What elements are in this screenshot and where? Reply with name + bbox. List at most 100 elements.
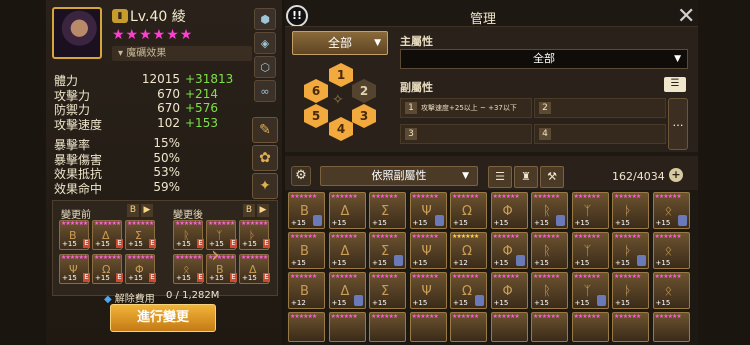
equipped-rune-slot[interactable]: ★★★★★★ Δ +15 E <box>92 220 123 250</box>
rune-stars: ★★★★★★ <box>452 193 479 200</box>
rune-item[interactable]: ★★★★★★ <box>369 312 406 342</box>
after-tab-arrow[interactable]: ▶ <box>257 204 269 217</box>
rune-item[interactable]: ★★★★★★ <box>450 312 487 342</box>
rune-item[interactable]: ★★★★★★ Φ +15 <box>490 192 528 229</box>
rune-item[interactable]: ★★★★★★ <box>490 312 528 342</box>
equipped-rune-slot[interactable]: ★★★★★★ Φ +15 E <box>125 254 156 284</box>
effect-tab[interactable]: ▾ 魔礪效果 <box>112 46 252 61</box>
rune-item[interactable]: ★★★★★★ Β +15 <box>288 232 325 269</box>
rune-item[interactable]: ★★★★★★ Ω +15 <box>450 192 487 229</box>
equipped-rune-slot[interactable]: ★★★★★★ ᚱ +15 E <box>173 220 204 250</box>
equipped-rune-slot[interactable]: ★★★★★★ Σ +15 E <box>125 220 156 250</box>
character-portrait[interactable] <box>52 7 102 59</box>
add-slot-button[interactable]: + <box>669 168 683 182</box>
stat-bonus: +153 <box>185 115 218 130</box>
slot-6-button[interactable]: 6 <box>304 79 328 103</box>
rune-stars: ★★★★★★ <box>654 313 682 320</box>
rune-item[interactable]: ★★★★★★ <box>531 312 568 342</box>
rune-item[interactable]: ★★★★★★ Ω +15 <box>450 272 487 309</box>
gem-icon[interactable]: ◈ <box>254 32 276 54</box>
bag-icon[interactable]: ♜ <box>514 166 538 188</box>
before-tab-b[interactable]: B <box>127 204 139 217</box>
rune-item[interactable]: ★★★★★★ ᚱ +15 <box>531 232 568 269</box>
slot-2-button[interactable]: 2 <box>352 79 376 103</box>
sub-attr-slot-4[interactable]: 4 <box>534 124 666 144</box>
rune-item[interactable]: ★★★★★★ <box>288 312 325 342</box>
stat-row: 暴擊傷害 50% <box>54 151 264 167</box>
rune-item[interactable]: ★★★★★★ Δ +15 <box>328 232 366 269</box>
slot-5-button[interactable]: 5 <box>304 104 328 128</box>
sort-dropdown[interactable]: 依照副屬性 ▼ <box>320 166 478 186</box>
equipped-rune-slot[interactable]: ★★★★★★ ᚦ +15 E <box>239 220 270 250</box>
gear-icon[interactable]: ⚙ <box>291 166 311 186</box>
rune-item[interactable]: ★★★★★★ Φ +15 <box>490 272 528 309</box>
rune-item[interactable]: ★★★★★★ Β +15 <box>288 192 325 229</box>
rune-level: +15 <box>574 299 590 307</box>
rune-item[interactable]: ★★★★★★ Σ +15 <box>369 232 406 269</box>
rune-item[interactable]: ★★★★★★ Φ +15 <box>490 232 528 269</box>
rune-item[interactable]: ★★★★★★ ᛉ +15 <box>571 272 609 309</box>
equipped-rune-slot[interactable]: ★★★★★★ Ψ +15 E <box>59 254 90 284</box>
rune-item[interactable]: ★★★★★★ ᛟ +15 <box>652 192 690 229</box>
cost-value: 0 / 1,282M <box>166 290 220 301</box>
rune-item[interactable]: ★★★★★★ ᛟ +15 <box>652 232 690 269</box>
after-tab-b[interactable]: B <box>243 204 255 217</box>
rune-item[interactable]: ★★★★★★ <box>652 312 690 342</box>
rune-item[interactable]: ★★★★★★ <box>612 312 649 342</box>
sub-attr-slot-1[interactable]: 1 攻擊速度+25以上 ~ +37以下 <box>400 98 532 118</box>
rune-item[interactable]: ★★★★★★ Σ +15 <box>369 192 406 229</box>
slot-1-button[interactable]: 1 <box>329 63 353 87</box>
grind-tool-icon[interactable]: ✎ <box>252 117 278 143</box>
rune-item[interactable]: ★★★★★★ <box>571 312 609 342</box>
rune-item[interactable]: ★★★★★★ Δ +15 <box>328 272 366 309</box>
sub-attr-slot-2[interactable]: 2 <box>534 98 666 118</box>
rune-item[interactable]: ★★★★★★ ᚦ +15 <box>612 272 649 309</box>
stat-name: 防禦力 <box>54 103 91 118</box>
rune-item[interactable]: ★★★★★★ ᚱ +15 <box>531 272 568 309</box>
rune-item[interactable]: ★★★★★★ <box>409 312 447 342</box>
set-filter-dropdown[interactable]: 全部 ▼ <box>292 31 388 55</box>
rune-item[interactable]: ★★★★★★ Σ +15 <box>369 272 406 309</box>
stat-bonus: +576 <box>185 101 218 116</box>
rune-item[interactable]: ★★★★★★ ᚱ +15 <box>531 192 568 229</box>
more-options-button[interactable]: … <box>668 98 688 150</box>
rune-item[interactable]: ★★★★★★ ᚦ +15 <box>612 232 649 269</box>
rune-level: +15 <box>209 274 224 282</box>
hammer-icon[interactable]: ⚒ <box>540 166 564 188</box>
gem-tool-icon[interactable]: ✦ <box>252 173 278 199</box>
equipped-rune-slot[interactable]: ★★★★★★ Δ +15 E <box>239 254 270 284</box>
rune-item[interactable]: ★★★★★★ ᛉ +15 <box>571 232 609 269</box>
rune-item[interactable]: ★★★★★★ <box>328 312 366 342</box>
confirm-change-button[interactable]: 進行變更 <box>110 304 216 332</box>
equipped-rune-slot[interactable]: ★★★★★★ Β +15 E <box>59 220 90 250</box>
rune-icon[interactable]: ⬡ <box>254 56 276 78</box>
paw-tool-icon[interactable]: ✿ <box>252 145 278 171</box>
slot-3-button[interactable]: 3 <box>352 104 376 128</box>
main-attr-value: 全部 <box>533 52 555 65</box>
equipped-rune-slot[interactable]: ★★★★★★ Ω +15 E <box>92 254 123 284</box>
rune-stars: ★★★★★★ <box>330 273 358 280</box>
list-menu-icon[interactable]: ☰ <box>664 77 686 92</box>
stat-value: 15% <box>153 136 180 150</box>
rune-item[interactable]: ★★★★★★ Β +12 <box>288 272 325 309</box>
rune-level: +15 <box>291 259 306 267</box>
rune-item[interactable]: ★★★★★★ Ψ +15 <box>409 232 447 269</box>
rune-item[interactable]: ★★★★★★ Δ +15 <box>328 192 366 229</box>
slot-4-button[interactable]: 4 <box>329 117 353 141</box>
sort-order-icon[interactable]: ☰ <box>488 166 512 188</box>
rune-item[interactable]: ★★★★★★ ᛉ +15 <box>571 192 609 229</box>
rune-item[interactable]: ★★★★★★ Ψ +15 <box>409 272 447 309</box>
sub-attr-slot-3[interactable]: 3 <box>400 124 532 144</box>
rune-item[interactable]: ★★★★★★ Ω +12 <box>450 232 487 269</box>
stat-row: 體力 12015 +31813 <box>54 72 264 88</box>
hexagon-icon[interactable]: ⬢ <box>254 8 276 30</box>
main-attr-dropdown[interactable]: 全部 ▼ <box>400 49 688 69</box>
rune-item[interactable]: ★★★★★★ ᚦ +15 <box>612 192 649 229</box>
rune-item[interactable]: ★★★★★★ ᛟ +15 <box>652 272 690 309</box>
link-icon[interactable]: ∞ <box>254 80 276 102</box>
before-tab-arrow[interactable]: ▶ <box>141 204 153 217</box>
main-attr-label: 主屬性 <box>400 35 433 48</box>
equipped-rune-slot[interactable]: ★★★★★★ ᛟ +15 E <box>173 254 204 284</box>
rune-item[interactable]: ★★★★★★ Ψ +15 <box>409 192 447 229</box>
alert-icon[interactable]: !! <box>286 5 308 27</box>
